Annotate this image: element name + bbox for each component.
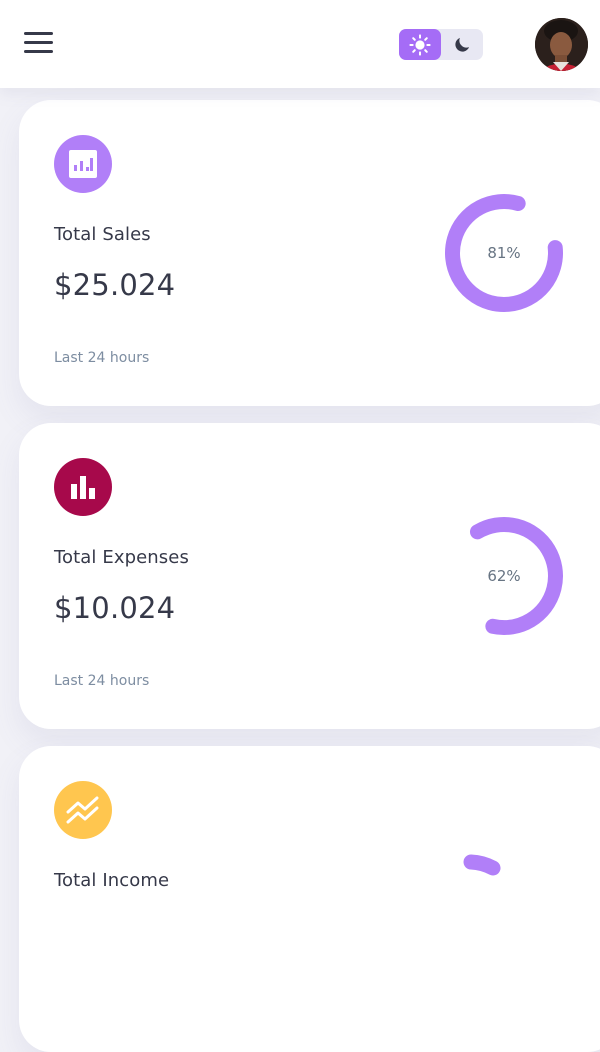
top-bar bbox=[0, 0, 600, 88]
trending-up-icon bbox=[54, 781, 112, 839]
card-title: Total Expenses bbox=[54, 547, 189, 568]
bar-chart-icon bbox=[54, 458, 112, 516]
card-footer: Last 24 hours bbox=[54, 673, 150, 689]
gauge-percent-label: 62% bbox=[487, 567, 521, 585]
light-mode-button[interactable] bbox=[399, 29, 441, 60]
sales-card: Total Sales $25.024 Last 24 hours 81% bbox=[19, 100, 600, 406]
theme-toggle[interactable] bbox=[399, 29, 483, 60]
card-value: $25.024 bbox=[54, 268, 176, 302]
dark-mode-button[interactable] bbox=[441, 29, 483, 60]
hamburger-menu-icon[interactable] bbox=[24, 32, 54, 54]
card-footer: Last 24 hours bbox=[54, 350, 150, 366]
income-card: Total Income bbox=[19, 746, 600, 1052]
progress-gauge bbox=[463, 854, 501, 876]
avatar[interactable] bbox=[535, 18, 588, 71]
profile-photo bbox=[535, 18, 588, 71]
card-title: Total Sales bbox=[54, 224, 151, 245]
sun-icon bbox=[409, 33, 431, 56]
gauge-arc bbox=[463, 854, 501, 876]
moon-icon bbox=[455, 37, 470, 52]
card-value: $10.024 bbox=[54, 591, 176, 625]
analytics-chart-icon bbox=[54, 135, 112, 193]
expenses-card: Total Expenses $10.024 Last 24 hours 62% bbox=[19, 423, 600, 729]
gauge-percent-label: 81% bbox=[487, 244, 521, 262]
